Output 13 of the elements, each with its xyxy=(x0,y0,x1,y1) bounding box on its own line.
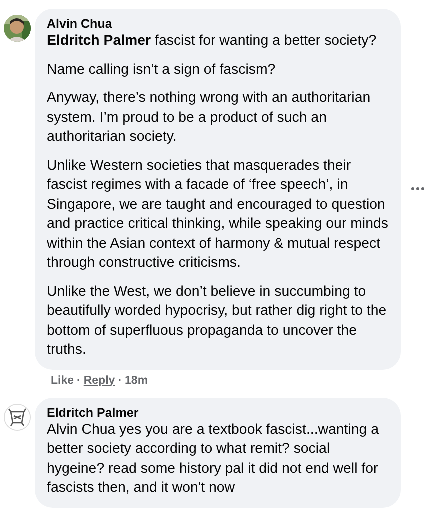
comment-text: Name calling isn’t a sign of fascism? xyxy=(47,60,277,80)
comment-text: Anyway, there’s nothing wrong with an authoritarian system. I’m proud to be a product of such an authoritarian society. xyxy=(47,89,372,147)
comment-text: Unlike the West, we don’t believe in succumbing to beautifully worded hypocrisy, but rather dig right to the bottom of superfluous propaganda to uncover the truths. xyxy=(47,282,388,360)
separator: · xyxy=(77,374,81,388)
separator: · xyxy=(118,374,122,388)
like-link[interactable]: Like xyxy=(51,372,74,390)
comment-text: Alvin Chua yes you are a textbook fascist...wanting a better society according to what remit? social hygeine? read some history pal it did not end well for fascists then, and it won't now xyxy=(47,420,380,498)
reply-link[interactable]: Reply xyxy=(84,372,116,390)
timestamp: 18m xyxy=(125,374,148,388)
comment-text: Unlike Western societies that masquerades their fascist regimes with a facade of ‘free speech’, in Singapore, we are taught and encouraged to question and practice critical thinking, while speaking our minds within the Asian context of harmony & mutual respect through constructive criticisms. xyxy=(47,156,389,273)
author-name[interactable]: Eldritch Palmer xyxy=(47,404,389,421)
author-name[interactable]: Alvin Chua xyxy=(47,16,389,32)
comment-text: Eldritch Palmer fascist for wanting a better society? xyxy=(47,32,378,51)
